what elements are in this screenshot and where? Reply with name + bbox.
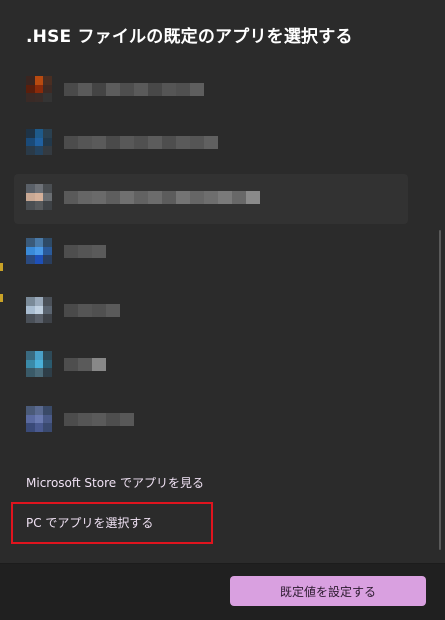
app-icon [26, 184, 52, 210]
app-list-item[interactable] [14, 174, 408, 224]
microsoft-store-link[interactable]: Microsoft Store でアプリを見る [26, 474, 204, 491]
app-icon [26, 238, 52, 264]
app-name-obscured [64, 304, 120, 317]
app-icon [26, 297, 52, 323]
app-list-item[interactable] [14, 287, 408, 337]
app-list-item[interactable] [14, 119, 408, 169]
app-list-item[interactable] [14, 341, 408, 391]
app-icon [26, 406, 52, 432]
app-name-obscured [64, 83, 204, 96]
app-list-item[interactable] [14, 396, 408, 446]
dialog-title: .HSE ファイルの既定のアプリを選択する [26, 27, 353, 47]
highlight-annotation-box [11, 502, 213, 544]
app-name-obscured [64, 136, 218, 149]
app-icon [26, 351, 52, 377]
app-icon [26, 129, 52, 155]
app-name-obscured [64, 191, 260, 204]
app-list [0, 60, 445, 470]
app-name-obscured [64, 358, 106, 371]
app-list-item[interactable] [14, 228, 408, 278]
scrollbar[interactable] [439, 230, 441, 550]
set-default-button[interactable]: 既定値を設定する [230, 576, 426, 606]
open-with-dialog: .HSE ファイルの既定のアプリを選択する Microsoft Store でア… [0, 0, 445, 620]
app-list-item[interactable] [14, 66, 408, 116]
app-icon [26, 76, 52, 102]
app-name-obscured [64, 245, 106, 258]
dialog-footer: 既定値を設定する [0, 563, 445, 620]
app-name-obscured [64, 413, 134, 426]
